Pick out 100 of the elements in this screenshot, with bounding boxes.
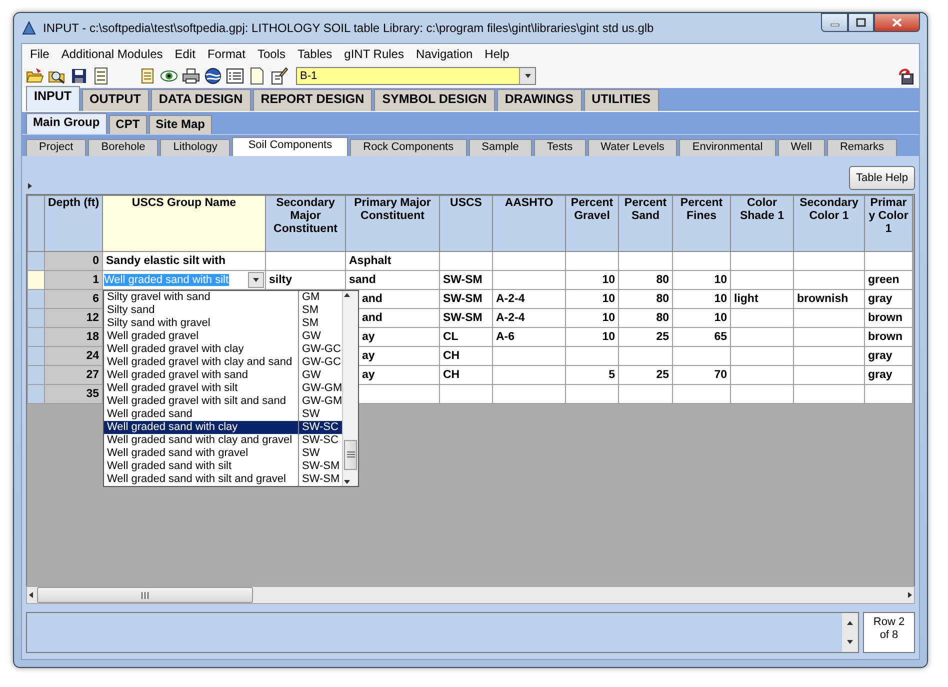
dropdown-option[interactable]: Well graded gravel with clay and sand GW-GC (104, 356, 342, 369)
dropdown-option[interactable]: Well graded sand with gravel SW (104, 446, 342, 460)
main-tab[interactable]: INPUT (26, 86, 80, 111)
menu-item[interactable]: Help (478, 47, 516, 61)
dropdown-option[interactable]: Well graded sand with silt SW-SM (104, 460, 342, 473)
dropdown-option[interactable]: Well graded sand with clay SW-SC (104, 420, 342, 434)
group-tab[interactable]: CPT (108, 115, 147, 134)
dropdown-option[interactable]: Silty sand SM (104, 304, 342, 317)
main-tab[interactable]: DRAWINGS (496, 89, 582, 111)
group-tab[interactable]: Main Group (26, 113, 107, 134)
scroll-up-arrow-icon[interactable] (343, 290, 352, 299)
dropdown-option[interactable]: Well graded sand with silt and gravel SW-SM (104, 472, 342, 486)
table-cell: CH (440, 346, 492, 366)
table-cell: gray (864, 289, 912, 308)
main-tab[interactable]: REPORT DESIGN (252, 89, 372, 111)
column-header[interactable]: USCS Group Name (102, 195, 266, 252)
dropdown-option[interactable]: Well graded gravel GW (104, 330, 342, 343)
scrollbar-thumb[interactable] (37, 587, 253, 604)
table-tab[interactable]: Well (778, 139, 825, 156)
column-header[interactable]: Percent Gravel (566, 195, 618, 252)
dropdown-option[interactable]: Well graded sand with clay and gravel SW-SC (104, 434, 342, 447)
group-tab[interactable]: Site Map (148, 115, 212, 134)
close-button[interactable] (874, 13, 920, 32)
dropdown-option[interactable]: Well graded gravel with clay GW-GC (104, 342, 342, 356)
list-icon[interactable] (226, 67, 244, 85)
menu-item[interactable]: Format (201, 47, 252, 61)
page-icon[interactable] (248, 67, 266, 85)
table-cell: 10 (672, 308, 730, 328)
exit-icon[interactable] (897, 67, 915, 85)
scrollbar-thumb[interactable] (344, 440, 357, 470)
dropdown-option[interactable]: Silty sand with gravel SM (104, 316, 342, 330)
menu-item[interactable]: Additional Modules (55, 47, 169, 61)
form-icon[interactable] (92, 67, 110, 85)
table-cell: green (864, 270, 912, 290)
scroll-left-arrow-icon[interactable] (27, 591, 35, 600)
main-tab[interactable]: UTILITIES (584, 89, 659, 111)
scroll-up-arrow-icon[interactable] (846, 619, 854, 628)
column-header[interactable]: Secondary Color 1 (794, 195, 864, 252)
clipboard-pen-icon[interactable] (270, 67, 288, 85)
dropdown-option[interactable]: Well graded gravel with silt GW-GM (104, 382, 342, 395)
column-header[interactable]: Percent Sand (618, 195, 672, 252)
save-icon[interactable] (70, 67, 88, 85)
maximize-button[interactable] (848, 13, 874, 32)
scroll-right-arrow-icon[interactable] (906, 591, 914, 600)
table-tab[interactable]: Project (26, 139, 86, 156)
table-cell: 10 (566, 308, 618, 328)
maximize-icon (856, 18, 866, 27)
dropdown-option[interactable]: Well graded gravel with sand GW (104, 368, 342, 382)
table-cell: gray (864, 365, 912, 384)
menu-item[interactable]: File (24, 47, 56, 61)
column-header[interactable]: Depth (ft) (44, 195, 102, 252)
column-header[interactable]: Primary Major Constituent (346, 195, 440, 252)
expand-arrow-icon[interactable] (26, 182, 34, 190)
menu-item[interactable]: Edit (168, 47, 202, 61)
globe-icon[interactable] (204, 67, 222, 85)
window-title: INPUT - c:\softpedia\test\softpedia.gpj: LITHOLOGY SOIL table Library: c:\program files\gint\libraries\gint std us.glb (43, 21, 655, 35)
table-cell: 80 (618, 308, 672, 328)
minimize-button[interactable] (821, 13, 848, 32)
table-cell: 10 (566, 289, 618, 308)
dropdown-option[interactable]: Well graded gravel with silt and sand GW-GM (104, 394, 342, 408)
corner-cell (28, 195, 44, 252)
table-cell: A-2-4 (492, 308, 566, 328)
menu-item[interactable]: Navigation (410, 47, 479, 61)
table-help-button[interactable]: Table Help (849, 166, 915, 190)
table-cell: 0 (44, 251, 102, 270)
column-header[interactable]: USCS (440, 195, 492, 252)
main-tab[interactable]: DATA DESIGN (150, 89, 251, 111)
table-cell: 25 (618, 365, 672, 384)
table-cell: 10 (566, 327, 618, 346)
table-tab[interactable]: Remarks (826, 139, 897, 156)
menu-item[interactable]: gINT Rules (338, 47, 410, 61)
row-indicator: Row 2 of 8 (863, 612, 915, 653)
record-select[interactable]: B-1 (296, 67, 536, 85)
table-tab[interactable]: Water Levels (588, 139, 678, 156)
scroll-down-arrow-icon[interactable] (846, 638, 854, 646)
main-tab[interactable]: OUTPUT (82, 89, 149, 111)
column-header[interactable]: Percent Fines (672, 195, 730, 252)
main-tab[interactable]: SYMBOL DESIGN (374, 89, 495, 111)
table-cell: 10 (672, 270, 730, 290)
table-cell: SW-SM (440, 289, 492, 308)
table-cell: 10 (566, 270, 618, 290)
dropdown-option[interactable]: Silty gravel with sand GM (104, 290, 342, 304)
column-header[interactable]: Color Shade 1 (730, 195, 794, 252)
open-folder-icon[interactable] (26, 67, 44, 85)
column-header[interactable]: AASHTO (492, 195, 566, 252)
table-tab[interactable]: Rock Components (350, 139, 467, 156)
table-tab[interactable]: Soil Components (232, 137, 348, 156)
table-tab[interactable]: Tests (534, 139, 586, 156)
menu-item[interactable]: Tables (291, 47, 338, 61)
printer-icon[interactable] (182, 67, 200, 85)
horizontal-scrollbar[interactable] (26, 586, 915, 604)
column-header[interactable]: Secondary Major Constituent (266, 195, 346, 252)
table-tab[interactable]: Lithology (160, 139, 230, 156)
column-header[interactable]: Primar y Color 1 (864, 195, 912, 252)
table-tab[interactable]: Borehole (88, 139, 158, 156)
menu-item[interactable]: Tools (251, 47, 292, 61)
dropdown-arrow-icon (524, 72, 532, 80)
scroll-down-arrow-icon[interactable] (343, 478, 352, 486)
table-tab[interactable]: Sample (468, 139, 532, 156)
table-tab[interactable]: Environmental (679, 139, 776, 156)
